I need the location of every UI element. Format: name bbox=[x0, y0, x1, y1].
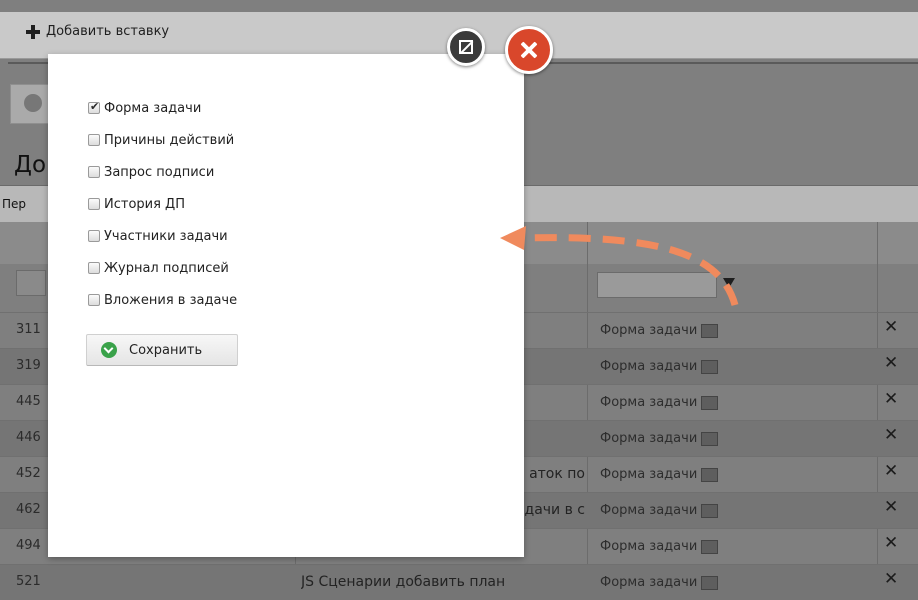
row-id: 311 bbox=[16, 322, 41, 337]
delete-row-icon[interactable]: ✕ bbox=[884, 499, 898, 516]
check-circle-icon bbox=[101, 342, 117, 358]
calendar-icon[interactable] bbox=[701, 539, 719, 554]
row-form-type: Форма задачи bbox=[600, 575, 719, 590]
row-form-label: Форма задачи bbox=[600, 539, 698, 554]
delete-row-icon[interactable]: ✕ bbox=[884, 391, 898, 408]
row-id: 446 bbox=[16, 430, 41, 445]
option-checkbox[interactable] bbox=[88, 134, 100, 146]
row-form-label: Форма задачи bbox=[600, 323, 698, 338]
insert-settings-dialog: Форма задачи Причины действий Запрос под… bbox=[48, 54, 524, 557]
delete-row-icon[interactable]: ✕ bbox=[884, 535, 898, 552]
delete-row-icon[interactable]: ✕ bbox=[884, 355, 898, 372]
option-checkbox[interactable] bbox=[88, 166, 100, 178]
option-checkbox[interactable] bbox=[88, 230, 100, 242]
option-item[interactable]: Причины действий bbox=[88, 124, 237, 156]
page-title: До bbox=[14, 152, 47, 178]
add-insert-button[interactable]: Добавить вставку bbox=[26, 24, 169, 39]
option-label: Запрос подписи bbox=[104, 164, 215, 180]
option-label: Участники задачи bbox=[104, 228, 228, 244]
row-id: 462 bbox=[16, 502, 41, 517]
row-form-type: Форма задачи bbox=[600, 359, 719, 374]
row-form-type: Форма задачи bbox=[600, 503, 719, 518]
plus-icon bbox=[26, 24, 40, 39]
filter-icon-stem bbox=[729, 286, 731, 293]
option-checkbox[interactable] bbox=[88, 100, 100, 114]
delete-row-icon[interactable]: ✕ bbox=[884, 463, 898, 480]
id-filter-input[interactable] bbox=[16, 270, 46, 296]
option-checkbox[interactable] bbox=[88, 198, 100, 210]
option-label: Вложения в задаче bbox=[104, 292, 238, 308]
row-form-label: Форма задачи bbox=[600, 467, 698, 482]
row-form-type: Форма задачи bbox=[600, 539, 719, 554]
option-list: Форма задачи Причины действий Запрос под… bbox=[88, 92, 237, 316]
settings-button[interactable] bbox=[10, 84, 52, 124]
form-filter-input[interactable] bbox=[597, 272, 717, 298]
table-row[interactable]: 521 JS Сценарии добавить план Форма зада… bbox=[0, 564, 918, 600]
option-label: Журнал подписей bbox=[104, 260, 229, 276]
row-form-type: Форма задачи bbox=[600, 395, 719, 410]
row-form-type: Форма задачи bbox=[600, 467, 719, 482]
gear-icon bbox=[24, 94, 42, 112]
option-checkbox[interactable] bbox=[88, 262, 100, 274]
row-form-type: Форма задачи bbox=[600, 323, 719, 338]
row-description: JS Сценарии добавить план bbox=[301, 574, 506, 590]
option-label: История ДП bbox=[104, 196, 185, 212]
calendar-icon[interactable] bbox=[701, 503, 719, 518]
option-item[interactable]: Форма задачи bbox=[88, 92, 237, 124]
option-item[interactable]: Вложения в задаче bbox=[88, 284, 237, 316]
row-form-label: Форма задачи bbox=[600, 395, 698, 410]
option-label: Форма задачи bbox=[104, 100, 202, 116]
row-id: 521 bbox=[16, 574, 41, 589]
row-form-type: Форма задачи bbox=[600, 431, 719, 446]
option-checkbox[interactable] bbox=[88, 294, 100, 306]
calendar-icon[interactable] bbox=[701, 359, 719, 374]
row-id: 319 bbox=[16, 358, 41, 373]
delete-row-icon[interactable]: ✕ bbox=[884, 319, 898, 336]
row-form-label: Форма задачи bbox=[600, 431, 698, 446]
close-dialog-button[interactable] bbox=[505, 26, 553, 74]
grid-header-label: Пер bbox=[2, 197, 27, 211]
row-id: 494 bbox=[16, 538, 41, 553]
calendar-icon[interactable] bbox=[701, 431, 719, 446]
option-item[interactable]: История ДП bbox=[88, 188, 237, 220]
calendar-icon[interactable] bbox=[701, 575, 719, 590]
option-label: Причины действий bbox=[104, 132, 235, 148]
delete-row-icon[interactable]: ✕ bbox=[884, 427, 898, 444]
option-item[interactable]: Журнал подписей bbox=[88, 252, 237, 284]
option-item[interactable]: Запрос подписи bbox=[88, 156, 237, 188]
delete-row-icon[interactable]: ✕ bbox=[884, 571, 898, 588]
row-form-label: Форма задачи bbox=[600, 575, 698, 590]
add-insert-label: Добавить вставку bbox=[46, 24, 170, 39]
row-form-label: Форма задачи bbox=[600, 359, 698, 374]
calendar-icon[interactable] bbox=[701, 467, 719, 482]
row-form-label: Форма задачи bbox=[600, 503, 698, 518]
save-button-label: Сохранить bbox=[129, 342, 203, 358]
option-item[interactable]: Участники задачи bbox=[88, 220, 237, 252]
expand-button[interactable] bbox=[447, 28, 485, 66]
calendar-icon[interactable] bbox=[701, 395, 719, 410]
calendar-icon[interactable] bbox=[701, 323, 719, 338]
save-button[interactable]: Сохранить bbox=[86, 334, 238, 366]
row-id: 452 bbox=[16, 466, 41, 481]
row-id: 445 bbox=[16, 394, 41, 409]
